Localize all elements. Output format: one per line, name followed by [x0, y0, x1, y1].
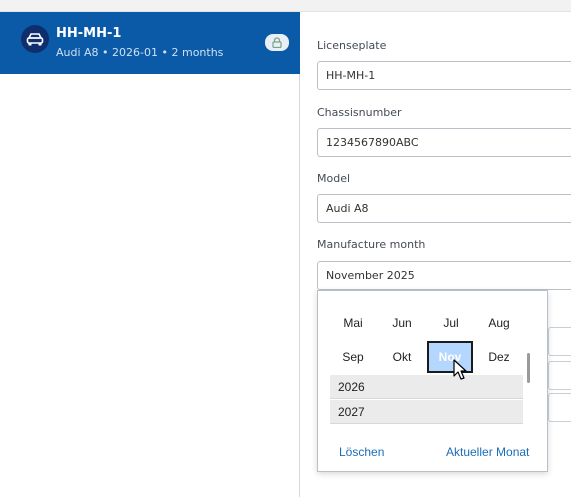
month-option[interactable]: Okt: [379, 341, 425, 373]
hidden-field: [548, 361, 571, 390]
licenseplate-label: Licenseplate: [317, 39, 387, 52]
scrollbar[interactable]: [527, 353, 530, 383]
model-input[interactable]: Audi A8: [317, 194, 571, 223]
top-bar: [0, 0, 571, 12]
vehicle-title: HH-MH-1: [56, 26, 122, 41]
clear-button[interactable]: Löschen: [339, 445, 384, 459]
hidden-field: [548, 327, 571, 356]
year-option[interactable]: 2027: [330, 400, 523, 424]
chassis-input[interactable]: 1234567890ABC: [317, 128, 571, 157]
manufacture-month-input[interactable]: November 2025: [317, 261, 571, 290]
chassis-label: Chassisnumber: [317, 106, 402, 119]
vehicle-sidebar: HH-MH-1 Audi A8 • 2026-01 • 2 months: [0, 12, 300, 497]
lock-icon: [265, 34, 289, 51]
month-option[interactable]: Dez: [476, 341, 522, 373]
hidden-field: [548, 393, 571, 422]
year-option[interactable]: 2026: [330, 375, 523, 399]
mouse-cursor-icon: [453, 359, 469, 381]
vehicle-list-item[interactable]: HH-MH-1 Audi A8 • 2026-01 • 2 months: [0, 12, 300, 74]
month-picker: Mai Jun Jul Aug Sep Okt Nov Dez 2026 202…: [317, 290, 548, 472]
vehicle-subtitle: Audi A8 • 2026-01 • 2 months: [56, 46, 224, 59]
current-month-button[interactable]: Aktueller Monat: [446, 445, 529, 459]
month-option[interactable]: Sep: [330, 341, 376, 373]
licenseplate-input[interactable]: HH-MH-1: [317, 61, 571, 90]
month-option[interactable]: Jul: [428, 307, 474, 339]
car-icon: [21, 25, 49, 53]
month-option[interactable]: Aug: [476, 307, 522, 339]
manufacture-month-label: Manufacture month: [317, 238, 426, 251]
model-label: Model: [317, 172, 351, 185]
month-option[interactable]: Jun: [379, 307, 425, 339]
month-option[interactable]: Mai: [330, 307, 376, 339]
